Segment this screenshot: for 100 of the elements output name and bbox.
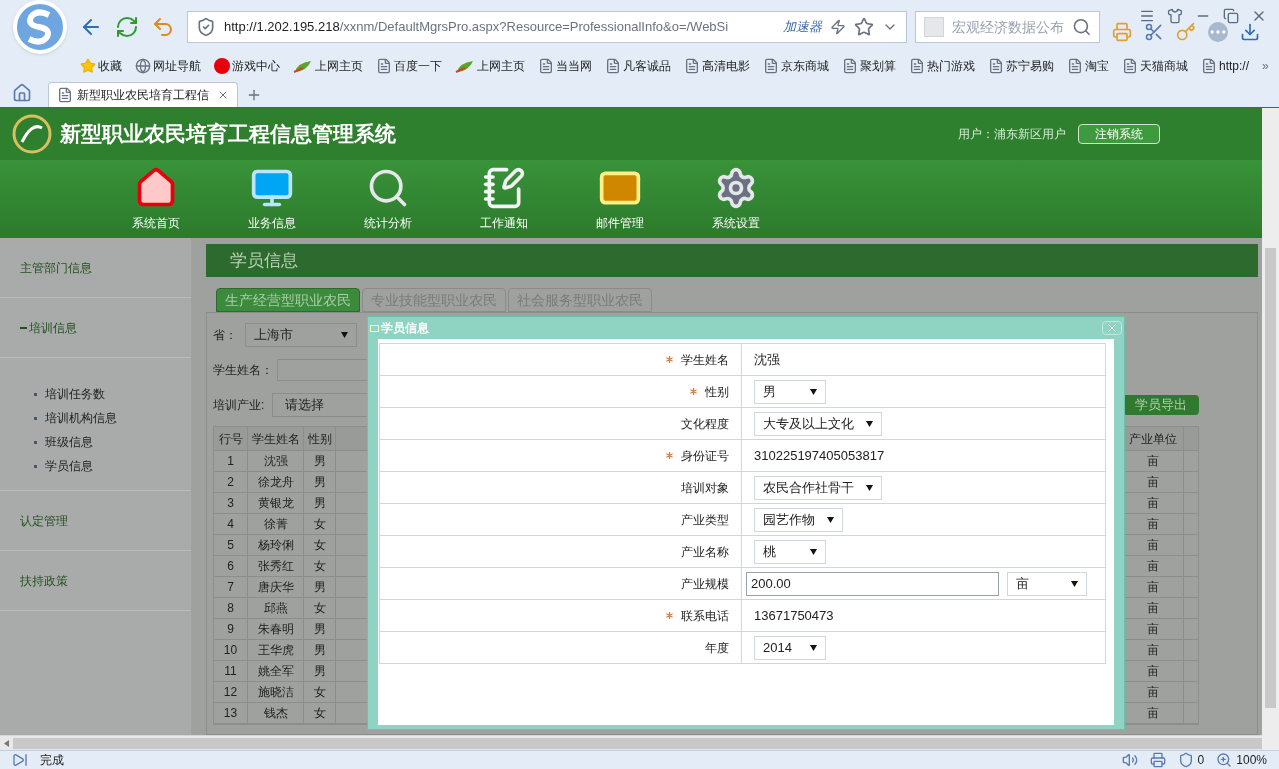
vertical-scrollbar[interactable]: [1262, 108, 1279, 750]
bookmark[interactable]: 聚划算: [842, 57, 896, 75]
table-cell: 男: [304, 451, 336, 471]
sidebar-subitem[interactable]: 班级信息: [0, 430, 191, 454]
home-icon[interactable]: [12, 83, 32, 103]
dropdown[interactable]: 园艺作物: [754, 507, 843, 532]
table-cell: 徐菁: [248, 514, 304, 534]
play-icon[interactable]: [12, 752, 28, 768]
caret-icon: [810, 548, 817, 555]
sidebar-subitem[interactable]: 培训机构信息: [0, 406, 191, 430]
undo-icon[interactable]: [151, 15, 175, 39]
key-icon[interactable]: [1176, 22, 1196, 42]
browser-tab[interactable]: 新型职业农民培育工程信: [48, 82, 238, 107]
new-tab-icon[interactable]: [246, 87, 262, 103]
leaf-icon: [455, 59, 475, 73]
field-value: 13671750473: [753, 606, 834, 625]
download-icon[interactable]: [1240, 22, 1260, 42]
shirt-icon[interactable]: [1167, 8, 1183, 24]
url-text: http://1.202.195.218/xxnm/DefaultMgrsPro.aspx?Resource=ProfessionalInfo&o=/WebSi: [224, 18, 730, 37]
zoom-level[interactable]: 100%: [1236, 751, 1267, 769]
printer-icon[interactable]: [1149, 752, 1166, 768]
table-cell: 1: [214, 451, 248, 471]
unit-dropdown[interactable]: 亩: [1007, 571, 1087, 596]
table-cell: 钱杰: [248, 703, 304, 723]
nav-item[interactable]: 系统设置: [710, 166, 762, 232]
nav-item[interactable]: 统计分析: [362, 166, 414, 232]
accelerator-link[interactable]: 加速器: [783, 17, 822, 37]
blocked-count[interactable]: 0: [1197, 751, 1205, 769]
dropdown[interactable]: 桃: [754, 539, 826, 564]
game-icon: [214, 58, 230, 74]
speaker-icon[interactable]: [1121, 752, 1138, 768]
app-logo: [12, 114, 52, 154]
bookmark[interactable]: http://: [1201, 57, 1250, 75]
table-cell: 11: [214, 661, 248, 681]
bolt-icon[interactable]: [830, 19, 846, 35]
dropdown[interactable]: 男: [754, 379, 826, 404]
bookmark[interactable]: 当当网: [538, 57, 592, 75]
bookmark[interactable]: 天猫商城: [1122, 57, 1188, 75]
caret-icon: [810, 644, 817, 651]
address-bar[interactable]: http://1.202.195.218/xxnm/DefaultMgrsPro.aspx?Resource=ProfessionalInfo&o=/WebSi 加速器: [187, 11, 907, 43]
input-field[interactable]: 200.00: [746, 571, 999, 596]
province-dropdown[interactable]: 上海市: [245, 323, 357, 347]
refresh-icon[interactable]: [115, 15, 139, 39]
sidebar-item[interactable]: 扶持政策: [0, 551, 191, 610]
page-title-bar: 学员信息: [206, 244, 1258, 277]
star-icon: [80, 58, 96, 74]
scissors-icon[interactable]: [1144, 22, 1164, 42]
sidebar-item[interactable]: 培训信息: [0, 298, 191, 357]
bookmark[interactable]: 上网主页: [455, 57, 525, 75]
bookmark[interactable]: 网址导航: [135, 57, 201, 75]
bookmark[interactable]: 百度一下: [376, 57, 442, 75]
star-icon[interactable]: [854, 17, 874, 37]
bookmark[interactable]: 高清电影: [684, 57, 750, 75]
sidebar-item[interactable]: 主管部门信息: [0, 238, 191, 297]
bookmark[interactable]: 热门游戏: [909, 57, 975, 75]
bookmark[interactable]: 苏宁易购: [988, 57, 1054, 75]
bookmark[interactable]: 收藏: [80, 57, 122, 75]
nav-item[interactable]: 系统首页: [130, 166, 182, 232]
horizontal-scrollbar[interactable]: [0, 735, 1262, 750]
table-cell: 杨玲俐: [248, 535, 304, 555]
bookmark[interactable]: 淘宝: [1067, 57, 1109, 75]
table-cell: 女: [304, 682, 336, 702]
table-cell: 女: [304, 598, 336, 618]
bookmark[interactable]: 上网主页: [293, 57, 363, 75]
table-cell: 13: [214, 703, 248, 723]
page-icon: [909, 58, 925, 74]
search-icon[interactable]: [1071, 17, 1091, 37]
sidebar-item[interactable]: 认定管理: [0, 491, 191, 550]
table-cell: 张秀红: [248, 556, 304, 576]
table-cell: 男: [304, 661, 336, 681]
close-tab-icon[interactable]: [217, 89, 229, 101]
more-icon[interactable]: [1208, 22, 1228, 42]
sidebar-subitem[interactable]: 培训任务数: [0, 382, 191, 406]
bookmark[interactable]: 游戏中心: [214, 57, 280, 75]
bookmark[interactable]: 京东商城: [763, 57, 829, 75]
page-icon: [1067, 58, 1083, 74]
sidebar-subitem[interactable]: 学员信息: [0, 454, 191, 478]
nav-item[interactable]: 工作通知: [478, 166, 530, 232]
menu-icon[interactable]: [1139, 8, 1155, 24]
more-bookmarks[interactable]: »: [1262, 57, 1269, 75]
dropdown[interactable]: 农民合作社骨干: [754, 475, 882, 500]
nav-item[interactable]: 业务信息: [246, 166, 298, 232]
caret-icon: [810, 388, 817, 395]
collapse-icon[interactable]: [20, 326, 27, 329]
app-title: 新型职业农民培育工程信息管理系统: [60, 121, 396, 148]
browser-logo[interactable]: [13, 0, 67, 54]
table-cell: 男: [304, 577, 336, 597]
leaf-icon: [293, 59, 313, 73]
table-cell: 女: [304, 514, 336, 534]
nav-item[interactable]: 邮件管理: [594, 166, 646, 232]
restore-icon[interactable]: [1223, 8, 1239, 24]
column-header: 学生姓名: [248, 427, 304, 450]
table-cell: 邱燕: [248, 598, 304, 618]
field-label: 年度: [705, 639, 729, 657]
bookmark[interactable]: 凡客诚品: [605, 57, 671, 75]
scroll-left-icon[interactable]: [4, 739, 9, 747]
logout-button[interactable]: 注销系统: [1078, 124, 1160, 144]
dropdown[interactable]: 大专及以上文化: [754, 411, 882, 436]
dropdown[interactable]: 2014: [754, 635, 826, 660]
caret-icon: [827, 516, 834, 523]
